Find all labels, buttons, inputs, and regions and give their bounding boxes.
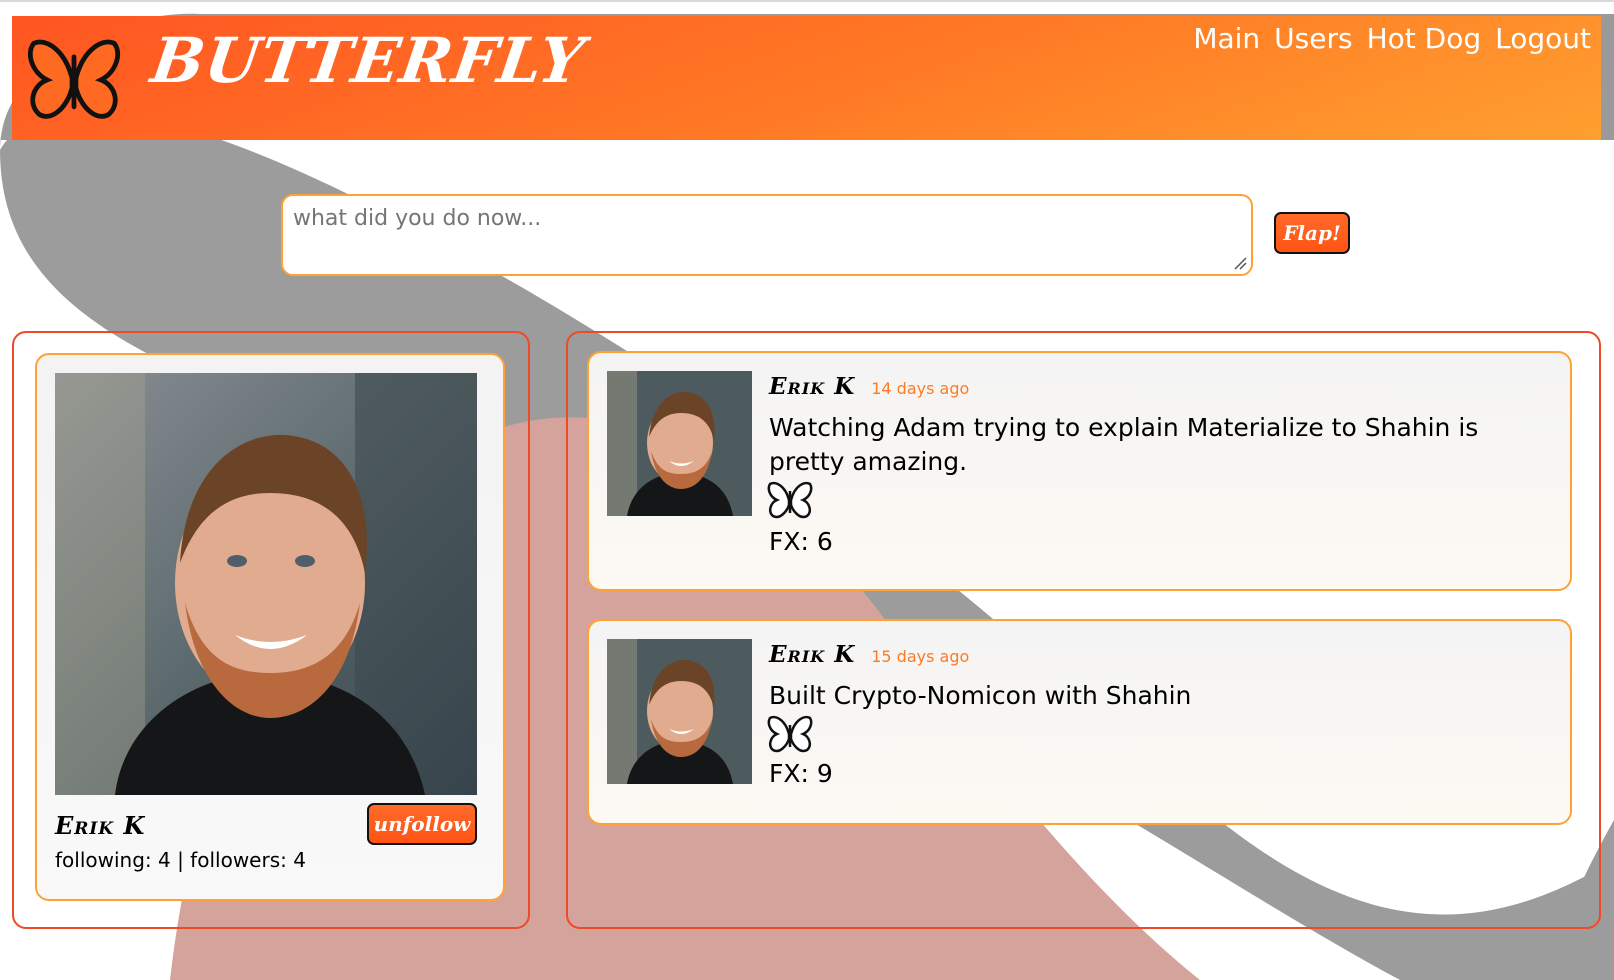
profile-stats: following: 4 | followers: 4 bbox=[55, 848, 306, 872]
post-header: Erik K 15 days ago bbox=[769, 641, 969, 668]
post-time: 15 days ago bbox=[871, 647, 970, 666]
resize-grip-icon[interactable] bbox=[1233, 256, 1247, 270]
nav-hot-dog[interactable]: Hot Dog bbox=[1367, 22, 1482, 55]
post-avatar[interactable] bbox=[607, 371, 752, 516]
profile-card: Erik K unfollow following: 4 | followers… bbox=[35, 353, 505, 901]
post-input[interactable] bbox=[283, 196, 1251, 274]
profile-panel: Erik K unfollow following: 4 | followers… bbox=[12, 331, 530, 929]
brand-title[interactable]: BUTTERFLY bbox=[147, 24, 589, 97]
top-nav: Main Users Hot Dog Logout bbox=[1193, 22, 1591, 55]
profile-name[interactable]: Erik K bbox=[55, 811, 145, 840]
feed-panel: Erik K 14 days ago Watching Adam trying … bbox=[566, 331, 1601, 929]
post-fx: FX: 9 bbox=[769, 759, 833, 788]
post-header: Erik K 14 days ago bbox=[769, 373, 969, 400]
window-top-border bbox=[0, 0, 1614, 2]
post-card: Erik K 14 days ago Watching Adam trying … bbox=[587, 351, 1572, 591]
nav-main[interactable]: Main bbox=[1193, 22, 1260, 55]
post-avatar[interactable] bbox=[607, 639, 752, 784]
compose-box bbox=[281, 194, 1253, 276]
butterfly-logo-icon[interactable] bbox=[26, 30, 122, 126]
butterfly-outline-icon[interactable] bbox=[767, 713, 813, 755]
flap-button[interactable]: Flap! bbox=[1274, 212, 1350, 254]
post-author[interactable]: Erik K bbox=[769, 373, 855, 400]
nav-users[interactable]: Users bbox=[1274, 22, 1352, 55]
post-text: Built Crypto-Nomicon with Shahin bbox=[769, 681, 1192, 710]
post-card: Erik K 15 days ago Built Crypto-Nomicon … bbox=[587, 619, 1572, 825]
post-time: 14 days ago bbox=[871, 379, 970, 398]
butterfly-outline-icon[interactable] bbox=[767, 479, 813, 521]
post-text: Watching Adam trying to explain Material… bbox=[769, 413, 1479, 476]
post-fx: FX: 6 bbox=[769, 527, 833, 556]
app-header: BUTTERFLY Main Users Hot Dog Logout bbox=[12, 16, 1601, 140]
profile-photo bbox=[55, 373, 477, 795]
nav-logout[interactable]: Logout bbox=[1495, 22, 1591, 55]
unfollow-button[interactable]: unfollow bbox=[367, 803, 477, 845]
post-author[interactable]: Erik K bbox=[769, 641, 855, 668]
